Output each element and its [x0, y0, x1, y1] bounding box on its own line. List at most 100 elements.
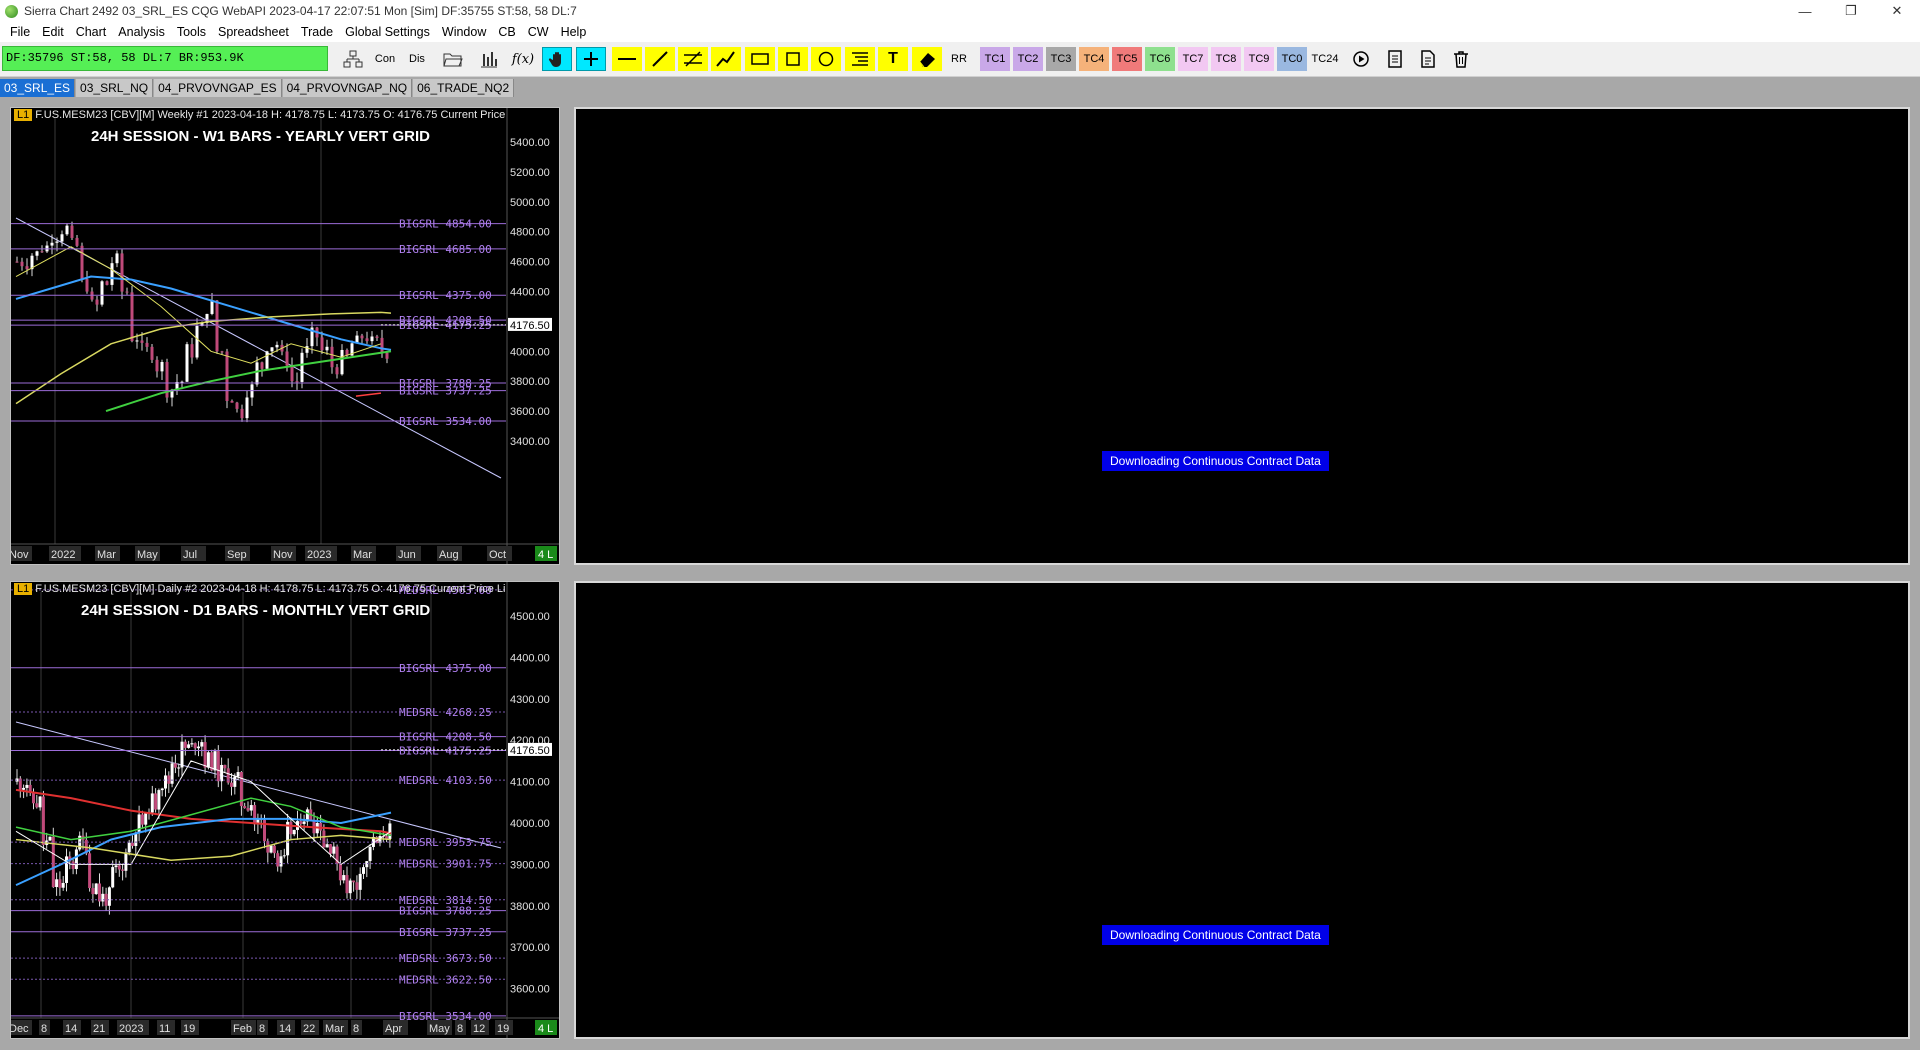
- tc0-button[interactable]: TC0: [1277, 47, 1307, 71]
- restore-button[interactable]: ❐: [1828, 0, 1874, 22]
- open-folder-button[interactable]: [438, 47, 468, 71]
- replay-button[interactable]: [1346, 47, 1376, 71]
- rr-button[interactable]: RR: [944, 47, 974, 71]
- menu-file[interactable]: File: [4, 25, 36, 39]
- chart-daily[interactable]: 4500.00 4400.00 4300.00 4200.00 4100.00 4000.…: [10, 581, 560, 1039]
- horizontal-line-button[interactable]: [612, 47, 642, 71]
- menu-help[interactable]: Help: [555, 25, 593, 39]
- document-button[interactable]: [1380, 47, 1410, 71]
- candle-body: [124, 852, 128, 871]
- menu-analysis[interactable]: Analysis: [112, 25, 171, 39]
- candle-body: [265, 351, 269, 369]
- tab-04-prvovngap-es[interactable]: 04_PRVOVNGAP_ES: [154, 79, 282, 97]
- menu-tools[interactable]: Tools: [171, 25, 212, 39]
- time-axis-label: Nov: [11, 549, 29, 561]
- menu-cb[interactable]: CB: [492, 25, 521, 39]
- parallel-lines-button[interactable]: [678, 47, 708, 71]
- candle-body: [125, 291, 129, 293]
- tab-06-trade-nq2[interactable]: 06_TRADE_NQ2: [413, 79, 515, 97]
- time-axis-label: 21: [93, 1023, 105, 1035]
- chart-weekly-header: L1 F.US.MESM23 [CBV][M] Weekly #1 2023-04…: [14, 109, 505, 121]
- tc8-button[interactable]: TC8: [1211, 47, 1241, 71]
- tab-03-srl-nq[interactable]: 03_SRL_NQ: [76, 79, 154, 97]
- candle-body: [362, 867, 365, 874]
- candle-body: [276, 853, 280, 867]
- studies-button[interactable]: [474, 47, 504, 71]
- chart-empty-bottom[interactable]: Downloading Continuous Contract Data: [574, 581, 1910, 1039]
- tc7-button[interactable]: TC7: [1178, 47, 1208, 71]
- diagonal-line-icon: [652, 51, 668, 67]
- menu-chart[interactable]: Chart: [70, 25, 113, 39]
- tc2-button[interactable]: TC2: [1013, 47, 1043, 71]
- price-axis-label: 4300.00: [510, 694, 550, 706]
- tab-03-srl-es[interactable]: 03_SRL_ES: [0, 79, 76, 97]
- play-circle-icon: [1353, 51, 1369, 67]
- candle-body: [340, 349, 344, 375]
- menu-spreadsheet[interactable]: Spreadsheet: [212, 25, 295, 39]
- ellipse-button[interactable]: [811, 47, 841, 71]
- price-axis-label: 5200.00: [510, 167, 550, 179]
- menu-edit[interactable]: Edit: [36, 25, 70, 39]
- chart-weekly[interactable]: 5400.00 5200.00 5000.00 4800.00 4600.00 4400.…: [10, 107, 560, 565]
- candle-body: [282, 855, 286, 857]
- candle-body: [25, 784, 29, 788]
- menu-cw[interactable]: CW: [522, 25, 555, 39]
- tc6-button[interactable]: TC6: [1145, 47, 1175, 71]
- trend-button[interactable]: [711, 47, 741, 71]
- candle-body: [246, 808, 250, 811]
- tab-04-prvovngap-nq[interactable]: 04_PRVOVNGAP_NQ: [282, 79, 413, 97]
- tc3-button[interactable]: TC3: [1046, 47, 1076, 71]
- candle-body: [289, 821, 293, 835]
- document-copy-button[interactable]: [1413, 47, 1443, 71]
- chart-weekly-canvas[interactable]: 5400.00 5200.00 5000.00 4800.00 4600.00 4400.…: [11, 108, 559, 564]
- tc9-button[interactable]: TC9: [1244, 47, 1274, 71]
- menu-global-settings[interactable]: Global Settings: [339, 25, 436, 39]
- formula-button[interactable]: f(x): [508, 47, 538, 71]
- ray-button[interactable]: [645, 47, 675, 71]
- time-axis-label: Mar: [325, 1023, 344, 1035]
- fib-button[interactable]: [845, 47, 875, 71]
- corner-badge: 4 L: [538, 549, 553, 561]
- chart-daily-badge: L1: [14, 583, 33, 595]
- tc5-button[interactable]: TC5: [1112, 47, 1142, 71]
- text-tool-button[interactable]: T: [878, 47, 908, 71]
- candle-body: [260, 362, 264, 369]
- candle-body: [370, 336, 374, 342]
- candle-body: [50, 242, 54, 246]
- minimize-button[interactable]: —: [1782, 0, 1828, 22]
- candle-body: [305, 346, 309, 353]
- price-axis-label: 4600.00: [510, 257, 550, 269]
- tc4-button[interactable]: TC4: [1079, 47, 1109, 71]
- rectangle-button[interactable]: [745, 47, 775, 71]
- downloading-message-bottom: Downloading Continuous Contract Data: [1102, 925, 1329, 945]
- chart-daily-canvas[interactable]: 4500.004400.004300.004200.004100.004000.…: [11, 582, 559, 1038]
- candle-body: [160, 361, 164, 372]
- toolbar: DF:35796 ST:58, 58 DL:7 BR:953.9K Con Di…: [0, 42, 1920, 77]
- candle-body: [286, 821, 290, 856]
- tc24-button[interactable]: TC24: [1310, 47, 1340, 71]
- menu-trade[interactable]: Trade: [295, 25, 339, 39]
- candle-body: [140, 340, 144, 343]
- hand-tool-button[interactable]: [542, 47, 572, 71]
- disconnect-button[interactable]: Dis: [402, 47, 432, 71]
- close-button[interactable]: ✕: [1874, 0, 1920, 22]
- network-button[interactable]: [338, 47, 368, 71]
- time-axis-label: 19: [497, 1023, 509, 1035]
- srl-level-label: BIGSRL 4375.00: [399, 662, 492, 675]
- chart-empty-top[interactable]: Downloading Continuous Contract Data: [574, 107, 1910, 565]
- connect-button[interactable]: Con: [370, 47, 400, 71]
- menu-window[interactable]: Window: [436, 25, 492, 39]
- candle-body: [177, 767, 181, 769]
- candle-body: [157, 790, 161, 810]
- crosshair-button[interactable]: [576, 47, 606, 71]
- candle-body: [100, 281, 104, 305]
- tc1-button[interactable]: TC1: [980, 47, 1010, 71]
- candle-body: [121, 869, 125, 871]
- square-button[interactable]: [778, 47, 808, 71]
- srl-level-label: BIGSRL 4175.25: [399, 744, 492, 757]
- eraser-button[interactable]: [912, 47, 942, 71]
- time-axis-label: May: [137, 549, 158, 561]
- delete-button[interactable]: [1446, 47, 1476, 71]
- candle-body: [15, 261, 19, 263]
- status-box: DF:35796 ST:58, 58 DL:7 BR:953.9K: [2, 46, 328, 71]
